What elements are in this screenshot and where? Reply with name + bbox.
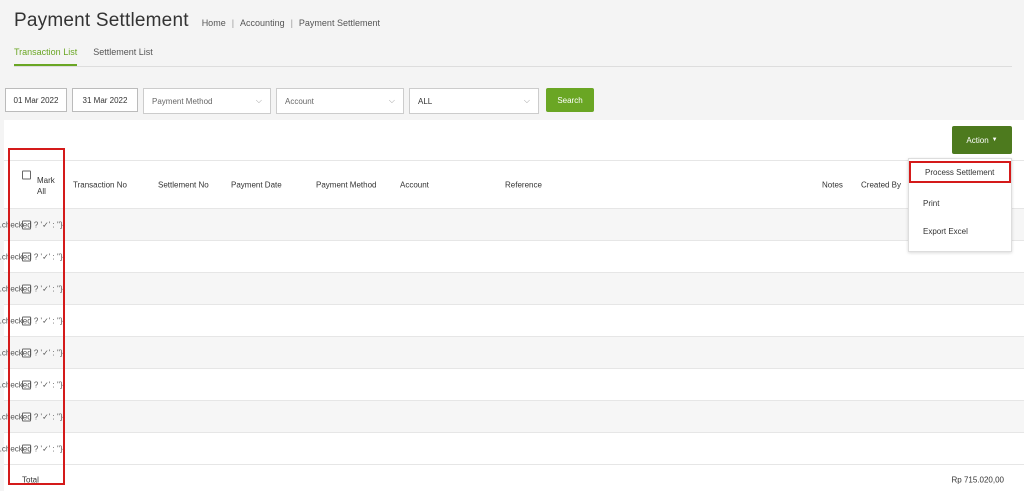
- search-button[interactable]: Search: [546, 88, 594, 112]
- tab-transaction-list[interactable]: Transaction List: [14, 47, 78, 66]
- col-payment-method: Payment Method: [316, 180, 377, 189]
- table-row: ${r.checked ? '✓' : ''}: [0, 336, 1024, 368]
- table-row: ${r.checked ? '✓' : ''}: [0, 432, 1024, 464]
- menu-item-export-excel[interactable]: Export Excel: [909, 220, 1011, 242]
- caret-down-icon: ▼: [991, 137, 998, 143]
- col-reference: Reference: [505, 180, 542, 189]
- table-row: ${r.checked ? '✓' : ''}: [0, 368, 1024, 400]
- date-to-input[interactable]: 31 Mar 2022: [72, 88, 138, 112]
- status-value: ALL: [418, 96, 433, 106]
- page-header: Payment Settlement Home | Accounting | P…: [14, 10, 380, 32]
- total-label: Total: [22, 475, 39, 484]
- date-from-input[interactable]: 01 Mar 2022: [5, 88, 67, 112]
- filter-bar: 01 Mar 2022 31 Mar 2022 Payment Method ⌵…: [5, 88, 594, 114]
- col-settlement-no: Settlement No: [158, 180, 209, 189]
- row-checkbox[interactable]: ${r.checked ? '✓' : ''}: [0, 348, 63, 357]
- breadcrumb-current: Payment Settlement: [298, 18, 380, 28]
- total-amount: Rp 715.020,00: [951, 475, 1005, 484]
- payment-method-select[interactable]: Payment Method ⌵: [143, 88, 271, 114]
- table-row: ${r.checked ? '✓' : ''}: [0, 208, 1024, 240]
- menu-item-print[interactable]: Print: [909, 192, 1011, 214]
- breadcrumb-accounting[interactable]: Accounting: [240, 18, 285, 28]
- tab-bar: Transaction List Settlement List: [14, 47, 1012, 67]
- chevron-down-icon: ⌵: [523, 96, 530, 105]
- row-checkbox[interactable]: ${r.checked ? '✓' : ''}: [0, 316, 63, 325]
- breadcrumb-separator: |: [231, 18, 235, 28]
- payment-method-placeholder: Payment Method: [152, 96, 213, 106]
- row-checkbox[interactable]: ${r.checked ? '✓' : ''}: [0, 284, 63, 293]
- table-row: ${r.checked ? '✓' : ''}: [0, 240, 1024, 272]
- breadcrumb-separator: |: [290, 18, 293, 28]
- col-notes: Notes: [822, 180, 843, 189]
- row-checkbox[interactable]: ${r.checked ? '✓' : ''}: [0, 220, 63, 229]
- breadcrumb-home[interactable]: Home: [202, 18, 226, 28]
- table-row: ${r.checked ? '✓' : ''}: [0, 272, 1024, 304]
- row-checkbox[interactable]: ${r.checked ? '✓' : ''}: [0, 380, 63, 389]
- action-button[interactable]: Action ▼: [952, 126, 1012, 154]
- table-row: ${r.checked ? '✓' : ''}: [0, 400, 1024, 432]
- table-total-row: Total Rp 715.020,00: [4, 464, 1024, 491]
- col-payment-date: Payment Date: [231, 180, 282, 189]
- action-label: Action: [966, 135, 989, 145]
- table-row: ${r.checked ? '✓' : ''}: [0, 304, 1024, 336]
- col-created-by: Created By: [861, 180, 902, 189]
- breadcrumb: Home | Accounting | Payment Settlement: [202, 18, 380, 28]
- mark-all-label: Mark All: [37, 176, 55, 196]
- table-header-row: Mark All Transaction No Settlement No Pa…: [4, 160, 1024, 208]
- row-checkbox[interactable]: ${r.checked ? '✓' : ''}: [0, 252, 63, 261]
- tab-settlement-list[interactable]: Settlement List: [93, 47, 153, 66]
- row-checkbox[interactable]: ${r.checked ? '✓' : ''}: [0, 444, 63, 453]
- status-select[interactable]: ALL ⌵: [409, 88, 539, 114]
- menu-item-process-settlement[interactable]: Process Settlement: [909, 161, 1011, 183]
- account-select[interactable]: Account ⌵: [276, 88, 404, 114]
- page-title: Payment Settlement: [14, 10, 189, 31]
- transaction-panel: Action ▼ Process Settlement Print Export…: [0, 120, 1024, 491]
- row-checkbox[interactable]: ${r.checked ? '✓' : ''}: [0, 412, 63, 421]
- action-menu: Process Settlement Print Export Excel: [908, 158, 1012, 252]
- chevron-down-icon: ⌵: [388, 96, 395, 105]
- chevron-down-icon: ⌵: [255, 96, 262, 105]
- mark-all-checkbox[interactable]: [22, 170, 31, 182]
- account-placeholder: Account: [285, 96, 314, 106]
- col-account: Account: [400, 180, 429, 189]
- col-transaction-no: Transaction No: [73, 180, 127, 189]
